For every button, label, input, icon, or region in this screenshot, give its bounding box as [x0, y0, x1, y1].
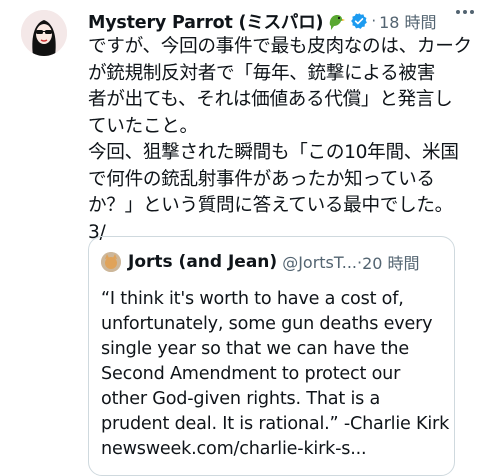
tweet-text-line: ていたこと。	[88, 115, 198, 137]
header-separator: ·	[371, 12, 377, 30]
tweet-text-line: ですが、今回の事件で最も皮肉なのは、カーク	[88, 36, 472, 57]
tweet-header: Mystery Parrot (ミスパロ) · 18 時間	[88, 9, 474, 33]
quoted-author-handle[interactable]: @JortsT...	[282, 253, 357, 272]
quoted-author-name[interactable]: Jorts (and Jean)	[128, 252, 277, 272]
author-name[interactable]: Mystery Parrot (ミスパロ)	[88, 9, 324, 34]
quoted-tweet-text: “I think it's worth to have a cost of, u…	[101, 287, 451, 462]
parrot-icon	[326, 11, 346, 31]
quoted-text-line: other God-given rights. That is a	[101, 389, 381, 409]
avatar[interactable]	[21, 10, 67, 56]
tweet-text: ですが、今回の事件で最も皮肉なのは、カーク が銃規制反対者で「毎年、銃撃による被…	[88, 34, 472, 246]
tweet-text-line: 今回、狙撃された瞬間も「この10年間、米国	[88, 142, 459, 163]
tweet-text-line: 者が出ても、それは価値ある代償」と発言し	[88, 89, 453, 110]
verified-badge-icon	[350, 12, 368, 30]
quoted-text-line: Second Amendment to protect our	[101, 364, 401, 384]
tweet-text-line: が銃規制反対者で「毎年、銃撃による被害	[88, 62, 436, 84]
quoted-text-line: prudent deal. It is rational.” -Charlie …	[101, 414, 450, 434]
quoted-text-line: “I think it's worth to have a cost of,	[101, 289, 404, 309]
more-options-icon[interactable]	[456, 10, 474, 14]
quoted-text-line: single year so that we can have the	[101, 339, 410, 359]
quoted-timestamp[interactable]: 20 時間	[362, 250, 419, 274]
quoted-tweet-card[interactable]: Jorts (and Jean) @JortsT... · 20 時間 “I t…	[88, 236, 455, 476]
avatar-woman-sunglasses-icon	[21, 10, 67, 56]
quoted-text-line: unfortunately, some gun deaths every	[101, 314, 433, 334]
tweet-timestamp[interactable]: 18 時間	[379, 9, 436, 33]
tweet-text-line: か？」という質問に答えている最中でした。	[88, 195, 453, 216]
tweet-text-line: で何件の銃乱射事件があったか知っている	[88, 168, 435, 190]
quoted-link[interactable]: newsweek.com/charlie-kirk-s...	[101, 437, 451, 462]
quoted-avatar	[101, 252, 121, 272]
quoted-tweet-header: Jorts (and Jean) @JortsT... · 20 時間	[101, 251, 444, 273]
